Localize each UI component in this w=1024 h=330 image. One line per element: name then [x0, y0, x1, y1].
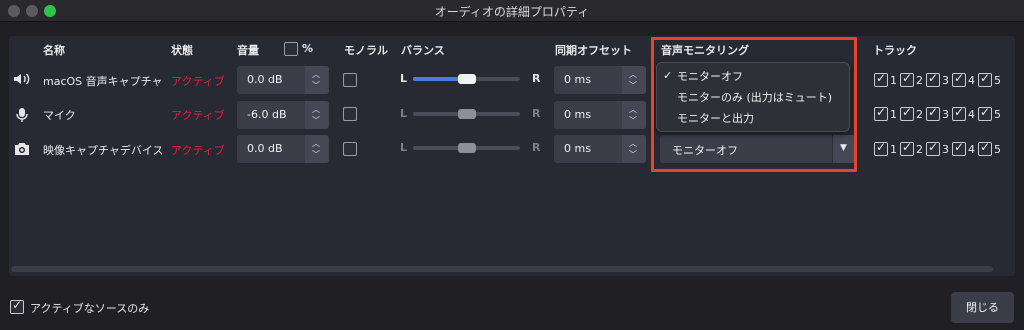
source-name: 映像キャプチャデバイス: [43, 144, 164, 157]
header-balance: バランス: [401, 44, 445, 57]
source-name: マイク: [43, 109, 76, 122]
volume-stepper[interactable]: ︿ ﹀: [305, 66, 329, 94]
chevron-down-icon: ﹀: [312, 116, 320, 125]
camera-icon: [13, 141, 31, 157]
balance-left-label: L: [400, 141, 408, 154]
mono-checkbox[interactable]: [343, 107, 357, 121]
chevron-down-icon: ﹀: [629, 81, 637, 90]
sync-offset-stepper[interactable]: ︿ ﹀: [622, 135, 646, 163]
track-checkbox[interactable]: [874, 105, 888, 121]
track-checkbox[interactable]: [900, 140, 914, 156]
track-checkbox[interactable]: [926, 105, 940, 121]
sync-offset-spinbox[interactable]: 0 ms ︿ ﹀: [554, 66, 646, 94]
mono-checkbox[interactable]: [343, 142, 357, 156]
track-checkbox[interactable]: [926, 71, 940, 87]
volume-spinbox[interactable]: -6.0 dB ︿ ﹀: [237, 101, 329, 129]
track-number-label: 1: [890, 74, 897, 87]
sync-offset-stepper[interactable]: ︿ ﹀: [622, 66, 646, 94]
close-button[interactable]: 閉じる: [951, 292, 1014, 323]
chevron-down-icon: ﹀: [629, 150, 637, 159]
track-checkbox[interactable]: [952, 105, 966, 121]
track-number-label: 5: [994, 108, 1001, 121]
status-text: アクティブ: [171, 109, 225, 122]
volume-spinbox[interactable]: 0.0 dB ︿ ﹀: [237, 66, 329, 94]
track-checkbox[interactable]: [874, 71, 888, 87]
track-number-label: 3: [942, 108, 949, 121]
volume-stepper[interactable]: ︿ ﹀: [305, 135, 329, 163]
track-checkbox[interactable]: [900, 71, 914, 87]
volume-value: 0.0 dB: [247, 142, 283, 155]
header-tracks: トラック: [873, 44, 917, 57]
track-number-label: 1: [890, 108, 897, 121]
microphone-icon: [13, 107, 31, 123]
track-number-label: 3: [942, 143, 949, 156]
header-mono: モノラル: [344, 44, 388, 57]
balance-slider-handle[interactable]: [458, 109, 476, 119]
track-number-label: 4: [968, 143, 975, 156]
status-text: アクティブ: [171, 75, 225, 88]
track-number-label: 2: [916, 143, 923, 156]
chevron-up-icon: ︿: [629, 139, 637, 148]
sync-offset-value: 0 ms: [564, 108, 591, 121]
header-volume: 音量: [237, 44, 259, 57]
horizontal-scrollbar[interactable]: [11, 266, 993, 272]
volume-stepper[interactable]: ︿ ﹀: [305, 101, 329, 129]
volume-value: 0.0 dB: [247, 73, 283, 86]
chevron-down-icon: ﹀: [312, 81, 320, 90]
volume-value: -6.0 dB: [247, 108, 287, 121]
source-name: macOS 音声キャプチャ: [43, 75, 163, 88]
mono-checkbox[interactable]: [343, 73, 357, 87]
track-number-label: 4: [968, 74, 975, 87]
balance-right-label: R: [532, 72, 541, 85]
track-number-label: 2: [916, 108, 923, 121]
balance-slider-handle[interactable]: [458, 74, 476, 84]
status-text: アクティブ: [171, 144, 225, 157]
track-checkbox[interactable]: [952, 140, 966, 156]
chevron-up-icon: ︿: [312, 139, 320, 148]
track-number-label: 3: [942, 74, 949, 87]
chevron-down-icon: ﹀: [312, 150, 320, 159]
track-checkbox[interactable]: [874, 140, 888, 156]
balance-left-label: L: [400, 72, 408, 85]
balance-right-label: R: [532, 141, 541, 154]
header-sync-offset: 同期オフセット: [555, 44, 632, 57]
track-number-label: 1: [890, 143, 897, 156]
track-checkbox[interactable]: [900, 105, 914, 121]
track-number-label: 4: [968, 108, 975, 121]
sync-offset-spinbox[interactable]: 0 ms ︿ ﹀: [554, 101, 646, 129]
active-only-label: アクティブなソースのみ: [30, 302, 150, 315]
track-checkbox[interactable]: [978, 140, 992, 156]
header-percent: %: [302, 42, 314, 55]
sync-offset-stepper[interactable]: ︿ ﹀: [622, 101, 646, 129]
balance-right-label: R: [532, 107, 541, 120]
sync-offset-value: 0 ms: [564, 142, 591, 155]
speaker-icon: [13, 72, 31, 88]
track-checkbox[interactable]: [952, 71, 966, 87]
volume-spinbox[interactable]: 0.0 dB ︿ ﹀: [237, 135, 329, 163]
track-number-label: 5: [994, 74, 1001, 87]
header-status: 状態: [171, 44, 193, 57]
window-title: オーディオの詳細プロパティ: [434, 5, 590, 19]
track-number-label: 2: [916, 74, 923, 87]
balance-slider-handle[interactable]: [458, 143, 476, 153]
header-name: 名称: [43, 44, 65, 57]
sync-offset-value: 0 ms: [564, 73, 591, 86]
chevron-up-icon: ︿: [312, 70, 320, 79]
track-checkbox[interactable]: [978, 105, 992, 121]
chevron-down-icon: ﹀: [629, 116, 637, 125]
track-checkbox[interactable]: [926, 140, 940, 156]
monitoring-highlight-box: [651, 37, 857, 172]
track-number-label: 5: [994, 143, 1001, 156]
title-bar: オーディオの詳細プロパティ: [0, 0, 1024, 22]
sync-offset-spinbox[interactable]: 0 ms ︿ ﹀: [554, 135, 646, 163]
balance-left-label: L: [400, 107, 408, 120]
volume-percent-checkbox[interactable]: [284, 42, 298, 56]
chevron-up-icon: ︿: [312, 105, 320, 114]
track-checkbox[interactable]: [978, 71, 992, 87]
chevron-up-icon: ︿: [629, 70, 637, 79]
chevron-up-icon: ︿: [629, 105, 637, 114]
active-only-checkbox[interactable]: [10, 298, 24, 314]
